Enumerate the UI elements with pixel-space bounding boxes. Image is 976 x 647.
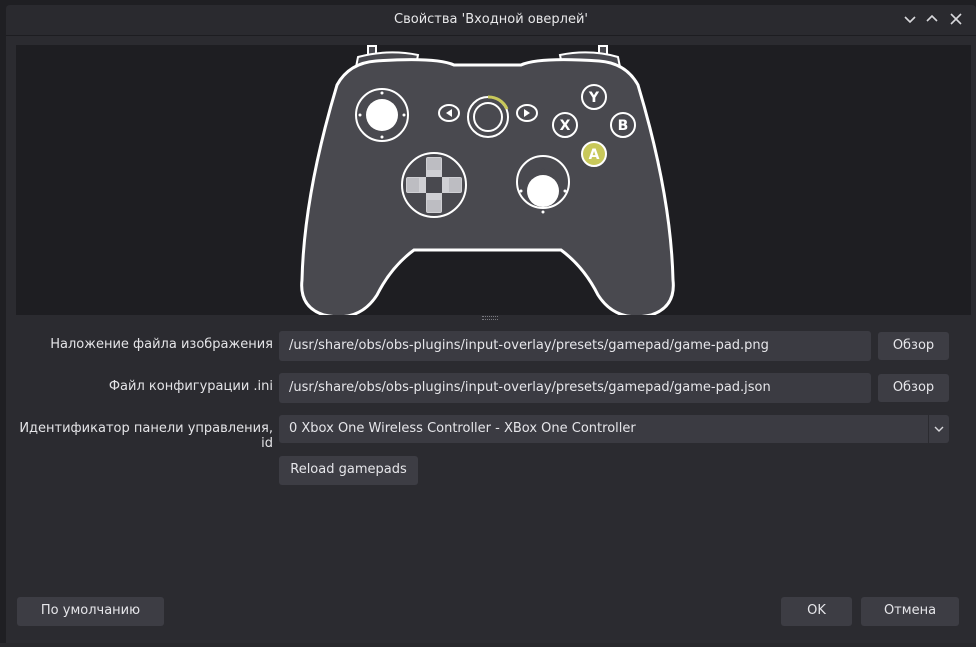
close-icon — [950, 13, 962, 25]
cancel-button[interactable]: Отмена — [861, 597, 959, 626]
gamepad-id-select[interactable]: 0 Xbox One Wireless Controller - XBox On… — [279, 415, 949, 443]
face-button-b: B — [610, 112, 636, 138]
gamepad-preview-image: Y X B A — [300, 45, 675, 319]
left-stick — [355, 88, 409, 142]
svg-text:A: A — [589, 147, 600, 163]
close-button[interactable] — [948, 11, 964, 27]
chevron-down-icon — [904, 16, 916, 24]
face-button-x: X — [552, 112, 578, 138]
dropdown-toggle[interactable] — [928, 415, 949, 443]
config-file-path-field[interactable]: /usr/share/obs/obs-plugins/input-overlay… — [279, 373, 871, 403]
preview-splitter-handle[interactable] — [482, 316, 498, 320]
minimize-button[interactable] — [902, 11, 918, 27]
maximize-button[interactable] — [924, 11, 940, 27]
back-button — [438, 104, 460, 122]
config-browse-button[interactable]: Обзор — [878, 374, 949, 402]
guide-button — [467, 95, 509, 138]
reload-gamepads-button[interactable]: Reload gamepads — [279, 456, 418, 485]
svg-text:X: X — [560, 118, 571, 134]
gamepad-id-selected-value: 0 Xbox One Wireless Controller - XBox On… — [289, 421, 636, 436]
svg-text:Y: Y — [588, 90, 600, 106]
image-browse-button[interactable]: Обзор — [878, 332, 949, 360]
chevron-up-icon — [926, 14, 938, 22]
config-file-label: Файл конфигурации .ini — [108, 379, 273, 394]
background-window-strip — [0, 643, 976, 647]
defaults-button[interactable]: По умолчанию — [17, 597, 164, 626]
start-button — [516, 104, 538, 122]
image-file-label: Наложение файла изображения — [50, 337, 273, 352]
svg-text:B: B — [618, 118, 629, 134]
gamepad-id-label: Идентификатор панели управления, id — [19, 421, 273, 451]
overlay-preview: Y X B A — [16, 45, 971, 319]
properties-dialog: Свойства 'Входной оверлей' Y X B A Налож… — [6, 5, 976, 643]
d-pad — [401, 152, 467, 218]
chevron-down-icon — [934, 426, 944, 432]
ok-button[interactable]: OK — [781, 597, 852, 626]
face-button-y: Y — [581, 84, 607, 110]
face-button-a: A — [581, 141, 607, 167]
window-title: Свойства 'Входной оверлей' — [394, 12, 588, 27]
title-bar: Свойства 'Входной оверлей' — [6, 5, 976, 36]
image-file-path-field[interactable]: /usr/share/obs/obs-plugins/input-overlay… — [279, 331, 871, 361]
